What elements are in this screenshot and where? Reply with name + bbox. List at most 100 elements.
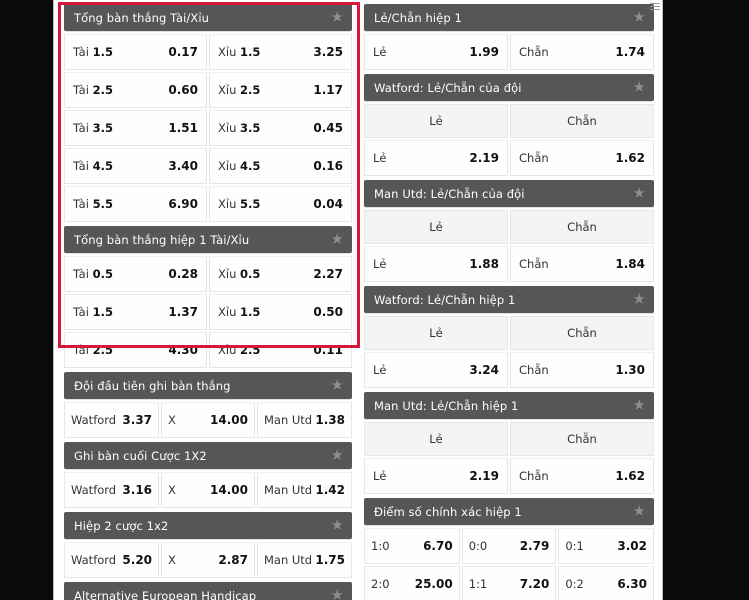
star-icon[interactable]: ★ xyxy=(331,378,344,393)
odds-selection-name: Chẵn xyxy=(519,45,549,59)
odds-cell[interactable]: Chẵn 1.74 xyxy=(510,34,654,70)
odds-cell[interactable]: Man Utd 1.75 xyxy=(256,542,352,578)
odds-selection-name: Chẵn xyxy=(519,257,549,271)
market-subheader-cell: Lẻ xyxy=(364,316,508,350)
odds-cell[interactable]: Tài 0.5 0.28 xyxy=(64,256,207,292)
odds-selection-line: 5.5 xyxy=(92,197,113,211)
star-icon[interactable]: ★ xyxy=(633,186,646,201)
odds-cell[interactable]: Man Utd 1.38 xyxy=(256,402,352,438)
odds-cell[interactable]: Xỉu 5.5 0.04 xyxy=(209,186,352,222)
odds-cell[interactable]: Chẵn 1.84 xyxy=(510,246,654,282)
odds-price: 25.00 xyxy=(414,577,453,591)
odds-cell[interactable]: Lẻ 2.19 xyxy=(364,458,508,494)
odds-cell[interactable]: Lẻ 1.88 xyxy=(364,246,508,282)
odds-selection-line: 3.5 xyxy=(240,121,261,135)
right-market-column: Lẻ/Chẵn hiệp 1 ★ Lẻ 1.99 Chẵn 1.74 Watford: Lẻ… xyxy=(358,0,662,600)
odds-cell[interactable]: Xỉu 4.5 0.16 xyxy=(209,148,352,184)
odds-cell[interactable]: Xỉu 2.5 1.17 xyxy=(209,72,352,108)
odds-row: Tài 3.5 1.51 Xỉu 3.5 0.45 xyxy=(64,110,352,146)
star-icon[interactable]: ★ xyxy=(633,504,646,519)
odds-cell[interactable]: 0:0 2.79 xyxy=(461,528,557,564)
odds-cell[interactable]: Tài 2.5 4.30 xyxy=(64,332,207,368)
star-icon[interactable]: ★ xyxy=(331,518,344,533)
odds-selection-name: Watford xyxy=(71,553,117,567)
market-section-header[interactable]: Tổng bàn thắng Tài/Xỉu ★ xyxy=(64,4,352,31)
odds-cell[interactable]: Tài 4.5 3.40 xyxy=(64,148,207,184)
market-section-header[interactable]: Ghi bàn cuối Cược 1X2 ★ xyxy=(64,442,352,469)
odds-price: 3.37 xyxy=(122,413,153,427)
odds-selection-label: Man Utd xyxy=(264,553,312,567)
odds-cell[interactable]: Xỉu 1.5 0.50 xyxy=(209,294,352,330)
odds-row: Tài 2.5 0.60 Xỉu 2.5 1.17 xyxy=(64,72,352,108)
odds-cell[interactable]: Tài 2.5 0.60 xyxy=(64,72,207,108)
market-section-header[interactable]: Lẻ/Chẵn hiệp 1 ★ xyxy=(364,4,654,31)
odds-cell[interactable]: Tài 3.5 1.51 xyxy=(64,110,207,146)
star-icon[interactable]: ★ xyxy=(331,10,344,25)
odds-row: Watford 5.20 X 2.87 Man Utd 1.75 xyxy=(64,542,352,578)
odds-cell[interactable]: Xỉu 1.5 3.25 xyxy=(209,34,352,70)
star-icon[interactable]: ★ xyxy=(633,10,646,25)
odds-cell[interactable]: Lẻ 2.19 xyxy=(364,140,508,176)
market-section-header[interactable]: Đội đầu tiên ghi bàn thắng ★ xyxy=(64,372,352,399)
odds-cell[interactable]: Tài 5.5 6.90 xyxy=(64,186,207,222)
market-subheader-cell: Lẻ xyxy=(364,210,508,244)
odds-selection-name: X xyxy=(168,553,176,567)
odds-cell[interactable]: X 14.00 xyxy=(161,472,255,508)
market-section-header[interactable]: Alternative European Handicap ★ xyxy=(64,582,352,600)
odds-cell[interactable]: Tài 1.5 1.37 xyxy=(64,294,207,330)
odds-selection-label: 1:0 xyxy=(371,539,390,553)
odds-price: 4.30 xyxy=(168,343,198,357)
odds-selection-label: X xyxy=(168,413,176,427)
star-icon[interactable]: ★ xyxy=(633,80,646,95)
odds-cell[interactable]: Lẻ 3.24 xyxy=(364,352,508,388)
odds-selection-name: Lẻ xyxy=(373,45,387,59)
odds-cell[interactable]: Chẵn 1.62 xyxy=(510,458,654,494)
odds-cell[interactable]: Lẻ 1.99 xyxy=(364,34,508,70)
odds-selection-name: Watford xyxy=(71,413,117,427)
odds-cell[interactable]: Man Utd 1.42 xyxy=(256,472,352,508)
odds-cell[interactable]: Chẵn 1.62 xyxy=(510,140,654,176)
star-icon[interactable]: ★ xyxy=(331,232,344,247)
market-section-header[interactable]: Hiệp 2 cược 1x2 ★ xyxy=(64,512,352,539)
odds-cell[interactable]: Watford 5.20 xyxy=(64,542,160,578)
odds-selection-label: Chẵn xyxy=(519,363,549,377)
market-section-title: Man Utd: Lẻ/Chẵn của đội xyxy=(374,186,525,201)
odds-cell[interactable]: 0:2 6.30 xyxy=(558,566,654,600)
market-section-header[interactable]: Watford: Lẻ/Chẵn của đội ★ xyxy=(364,74,654,101)
star-icon[interactable]: ★ xyxy=(331,448,344,463)
star-icon[interactable]: ★ xyxy=(633,292,646,307)
odds-selection-label: Tài 1.5 xyxy=(73,45,113,59)
scroll-indicator[interactable] xyxy=(650,3,660,13)
odds-selection-line: 0.5 xyxy=(92,267,113,281)
star-icon[interactable]: ★ xyxy=(331,588,344,600)
star-icon[interactable]: ★ xyxy=(633,398,646,413)
odds-cell[interactable]: Tài 1.5 0.17 xyxy=(64,34,207,70)
odds-cell[interactable]: Watford 3.37 xyxy=(64,402,160,438)
odds-cell[interactable]: Watford 3.16 xyxy=(64,472,160,508)
odds-price: 0.04 xyxy=(313,197,343,211)
odds-selection-label: 0:1 xyxy=(565,539,584,553)
odds-cell[interactable]: 0:1 3.02 xyxy=(558,528,654,564)
market-section-header[interactable]: Điểm số chính xác hiệp 1 ★ xyxy=(364,498,654,525)
odds-price: 1.99 xyxy=(469,45,499,59)
odds-price: 2.87 xyxy=(218,553,248,567)
odds-cell[interactable]: 1:0 6.70 xyxy=(364,528,460,564)
market-section-header[interactable]: Tổng bàn thắng hiệp 1 Tài/Xỉu ★ xyxy=(64,226,352,253)
odds-cell[interactable]: X 14.00 xyxy=(161,402,255,438)
odds-price: 3.24 xyxy=(469,363,499,377)
odds-cell[interactable]: 2:0 25.00 xyxy=(364,566,460,600)
odds-selection-label: Tài 2.5 xyxy=(73,343,113,357)
market-section-header[interactable]: Man Utd: Lẻ/Chẵn hiệp 1 ★ xyxy=(364,392,654,419)
odds-price: 1.38 xyxy=(315,413,345,427)
odds-cell[interactable]: Xỉu 0.5 2.27 xyxy=(209,256,352,292)
odds-cell[interactable]: 1:1 7.20 xyxy=(461,566,557,600)
market-section-header[interactable]: Man Utd: Lẻ/Chẵn của đội ★ xyxy=(364,180,654,207)
market-section-header[interactable]: Watford: Lẻ/Chẵn hiệp 1 ★ xyxy=(364,286,654,313)
odds-cell[interactable]: X 2.87 xyxy=(161,542,255,578)
odds-selection-line: 4.5 xyxy=(92,159,113,173)
odds-cell[interactable]: Chẵn 1.30 xyxy=(510,352,654,388)
odds-cell[interactable]: Xỉu 2.5 0.11 xyxy=(209,332,352,368)
odds-cell[interactable]: Xỉu 3.5 0.45 xyxy=(209,110,352,146)
odds-selection-line: 1.5 xyxy=(92,45,113,59)
odds-selection-name: Xỉu xyxy=(218,121,237,135)
